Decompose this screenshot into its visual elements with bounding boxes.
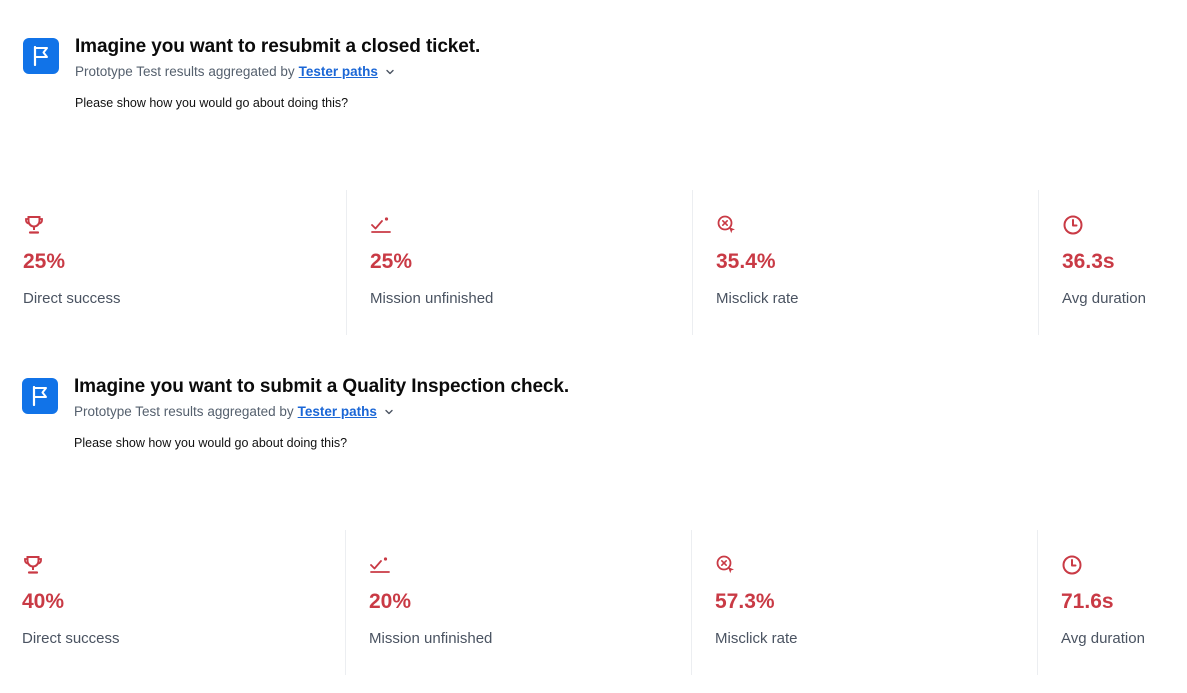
mission-unfinished-icon: [371, 217, 391, 233]
task-prompt: Please show how you would go about doing…: [75, 96, 349, 110]
metric-label: Direct success: [22, 630, 120, 647]
task-header: Imagine you want to submit a Quality Ins…: [22, 376, 1122, 466]
mission-unfinished-icon: [370, 557, 390, 573]
metric-value: 40%: [22, 590, 65, 613]
divider: [1037, 530, 1038, 675]
metric-value: 36.3s: [1062, 250, 1115, 273]
task-title: Imagine you want to submit a Quality Ins…: [74, 376, 570, 397]
metric-value: 71.6s: [1061, 590, 1114, 613]
subtitle-prefix: Prototype Test results aggregated by: [74, 404, 294, 419]
metric-label: Misclick rate: [716, 290, 799, 307]
chevron-down-icon[interactable]: [385, 67, 395, 77]
misclick-icon: [717, 215, 735, 234]
task-title: Imagine you want to resubmit a closed ti…: [75, 36, 481, 57]
metric-label: Mission unfinished: [369, 630, 493, 647]
aggregation-dropdown[interactable]: Tester paths: [298, 404, 377, 419]
task-card: Imagine you want to submit a Quality Ins…: [0, 340, 1187, 680]
metric-label: Mission unfinished: [370, 290, 494, 307]
metric-value: 35.4%: [716, 250, 776, 273]
chevron-down-icon[interactable]: [384, 407, 394, 417]
divider: [691, 530, 692, 675]
metric-value: 20%: [369, 590, 412, 613]
flag-icon: [23, 38, 59, 74]
metric-label: Direct success: [23, 290, 121, 307]
metric-value: 57.3%: [715, 590, 775, 613]
trophy-icon: [24, 556, 42, 574]
flag-icon: [22, 378, 58, 414]
trophy-icon: [25, 216, 43, 234]
metric-label: Avg duration: [1062, 290, 1146, 307]
task-card: Imagine you want to resubmit a closed ti…: [0, 0, 1187, 340]
divider: [345, 530, 346, 675]
subtitle-prefix: Prototype Test results aggregated by: [75, 64, 295, 79]
clock-icon: [1063, 215, 1083, 235]
metric-value: 25%: [370, 250, 413, 273]
divider: [346, 190, 347, 335]
divider: [692, 190, 693, 335]
metric-label: Avg duration: [1061, 630, 1145, 647]
task-prompt: Please show how you would go about doing…: [74, 436, 348, 450]
metric-value: 25%: [23, 250, 66, 273]
metric-label: Misclick rate: [715, 630, 798, 647]
task-subtitle: Prototype Test results aggregated by Tes…: [74, 404, 394, 419]
aggregation-dropdown[interactable]: Tester paths: [299, 64, 378, 79]
task-header: Imagine you want to resubmit a closed ti…: [23, 36, 1123, 126]
task-subtitle: Prototype Test results aggregated by Tes…: [75, 64, 395, 79]
clock-icon: [1062, 555, 1082, 575]
divider: [1038, 190, 1039, 335]
misclick-icon: [716, 555, 734, 574]
metrics-row: 25% Direct success 25% Mission unfinishe…: [0, 190, 1187, 335]
metrics-row: 40% Direct success 20% Mission unfinishe…: [0, 530, 1187, 675]
